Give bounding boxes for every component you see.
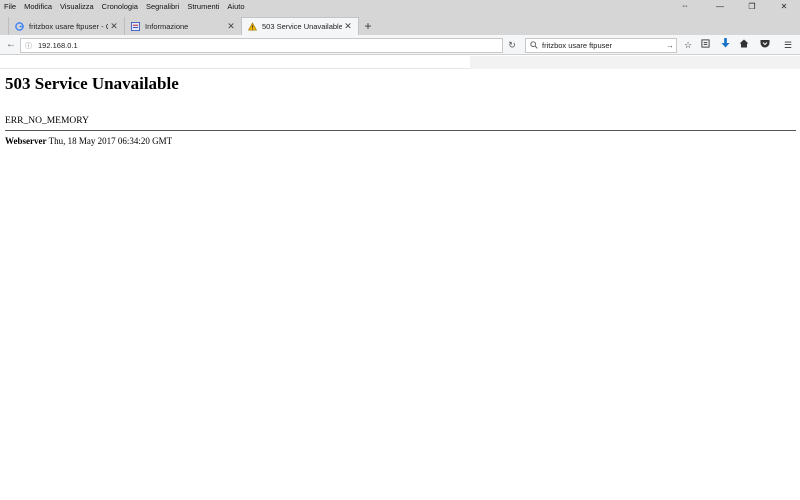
hamburger-menu-icon[interactable]: ☰ — [780, 38, 796, 52]
divider — [5, 130, 796, 131]
tab-label: 503 Service Unavailable (ERR — [262, 22, 342, 31]
info-icon[interactable]: ⓘ — [25, 41, 32, 51]
tab-label: Informazione — [145, 21, 189, 31]
strip-panel — [470, 56, 800, 69]
search-bar[interactable]: → — [525, 38, 677, 53]
close-tab-icon[interactable]: ✕ — [225, 21, 237, 32]
search-input[interactable] — [542, 41, 664, 50]
page-icon — [131, 21, 140, 31]
tab-label: fritzbox usare ftpuser - Cerc — [29, 21, 108, 31]
library-icon[interactable] — [697, 38, 713, 52]
menu-cronologia[interactable]: Cronologia — [98, 2, 142, 11]
server-date: Thu, 18 May 2017 06:34:20 GMT — [48, 136, 173, 146]
search-icon — [530, 40, 538, 51]
divider — [0, 68, 470, 69]
tab-strip: fritzbox usare ftpuser - Cerc ✕ Informaz… — [0, 13, 800, 35]
minimize-icon[interactable]: — — [704, 2, 736, 11]
menu-segnalibri[interactable]: Segnalibri — [142, 2, 183, 11]
server-info: Webserver Thu, 18 May 2017 06:34:20 GMT — [5, 136, 796, 146]
error-code: ERR_NO_MEMORY — [5, 116, 89, 126]
resize-arrows-icon[interactable]: ⇔ — [681, 1, 689, 10]
window-controls: — ❐ ✕ — [704, 0, 800, 13]
close-tab-icon[interactable]: ✕ — [342, 21, 354, 32]
reload-icon[interactable]: ↻ — [504, 38, 520, 53]
menu-strumenti[interactable]: Strumenti — [183, 2, 223, 11]
pocket-icon[interactable] — [757, 38, 773, 52]
page-title: 503 Service Unavailable — [5, 74, 179, 93]
close-window-icon[interactable]: ✕ — [768, 2, 800, 11]
home-icon[interactable] — [736, 38, 752, 52]
bookmark-star-icon[interactable]: ☆ — [680, 38, 696, 52]
tab-google-search[interactable]: fritzbox usare ftpuser - Cerc ✕ — [8, 17, 124, 35]
page-content: 503 Service Unavailable ERR_NO_MEMORY We… — [5, 74, 796, 146]
url-bar[interactable]: ⓘ — [20, 38, 503, 53]
search-go-arrow-icon[interactable]: → — [664, 41, 676, 50]
navigation-bar: ← ⓘ ↻ → ☆ ☰ — [0, 35, 800, 55]
warning-icon — [248, 22, 257, 31]
server-label: Webserver — [5, 136, 47, 146]
download-arrow-icon[interactable] — [717, 38, 733, 52]
restore-icon[interactable]: ❐ — [736, 2, 768, 11]
close-tab-icon[interactable]: ✕ — [108, 21, 120, 32]
menu-aiuto[interactable]: Aiuto — [223, 2, 248, 11]
toolbar-strip — [0, 56, 800, 69]
url-input[interactable] — [38, 41, 502, 50]
menu-visualizza[interactable]: Visualizza — [56, 2, 98, 11]
menu-modifica[interactable]: Modifica — [20, 2, 56, 11]
menu-bar: File Modifica Visualizza Cronologia Segn… — [0, 0, 800, 13]
google-icon — [15, 21, 24, 31]
menu-file[interactable]: File — [0, 2, 20, 11]
new-tab-icon[interactable]: + — [360, 18, 376, 34]
tab-informazione[interactable]: Informazione ✕ — [124, 17, 241, 35]
tab-503-error[interactable]: 503 Service Unavailable (ERR ✕ — [241, 17, 359, 35]
back-arrow-icon[interactable]: ← — [4, 38, 18, 52]
